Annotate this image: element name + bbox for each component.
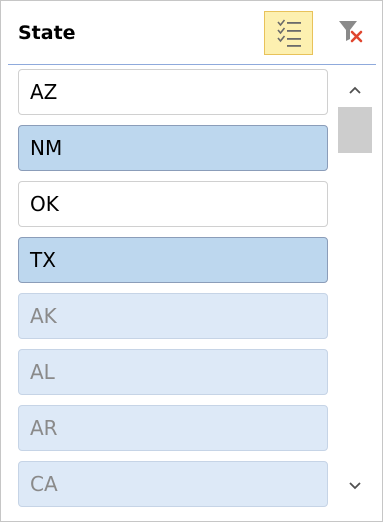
vertical-scrollbar[interactable] [336,69,374,509]
scroll-up-button[interactable] [336,75,374,105]
slicer-title: State [18,22,76,44]
state-slicer: State AZ NM OK TX AK AL AR CA [0,0,383,522]
slicer-item-ca[interactable]: CA [18,461,328,507]
slicer-item-label: CA [30,472,58,496]
slicer-item-label: AZ [30,80,58,104]
slicer-item-label: OK [30,192,59,216]
clear-filter-icon [339,21,363,43]
scroll-thumb[interactable] [338,107,372,153]
slicer-item-ok[interactable]: OK [18,181,328,227]
slicer-item-label: NM [30,136,63,160]
slicer-header: State [1,1,383,65]
clear-filter-button[interactable] [328,11,376,55]
chevron-up-icon [349,86,361,94]
header-divider [8,64,376,65]
slicer-item-label: AK [30,304,57,328]
slicer-item-ak[interactable]: AK [18,293,328,339]
chevron-down-icon [349,482,361,490]
scroll-down-button[interactable] [336,471,374,501]
slicer-item-label: TX [30,248,56,272]
slicer-item-nm[interactable]: NM [18,125,328,171]
slicer-item-al[interactable]: AL [18,349,328,395]
slicer-item-label: AR [30,416,58,440]
slicer-item-tx[interactable]: TX [18,237,328,283]
multi-select-checklist-icon [277,19,301,47]
multi-select-button[interactable] [264,11,313,55]
slicer-item-label: AL [30,360,55,384]
slicer-item-ar[interactable]: AR [18,405,328,451]
slicer-item-az[interactable]: AZ [18,69,328,115]
